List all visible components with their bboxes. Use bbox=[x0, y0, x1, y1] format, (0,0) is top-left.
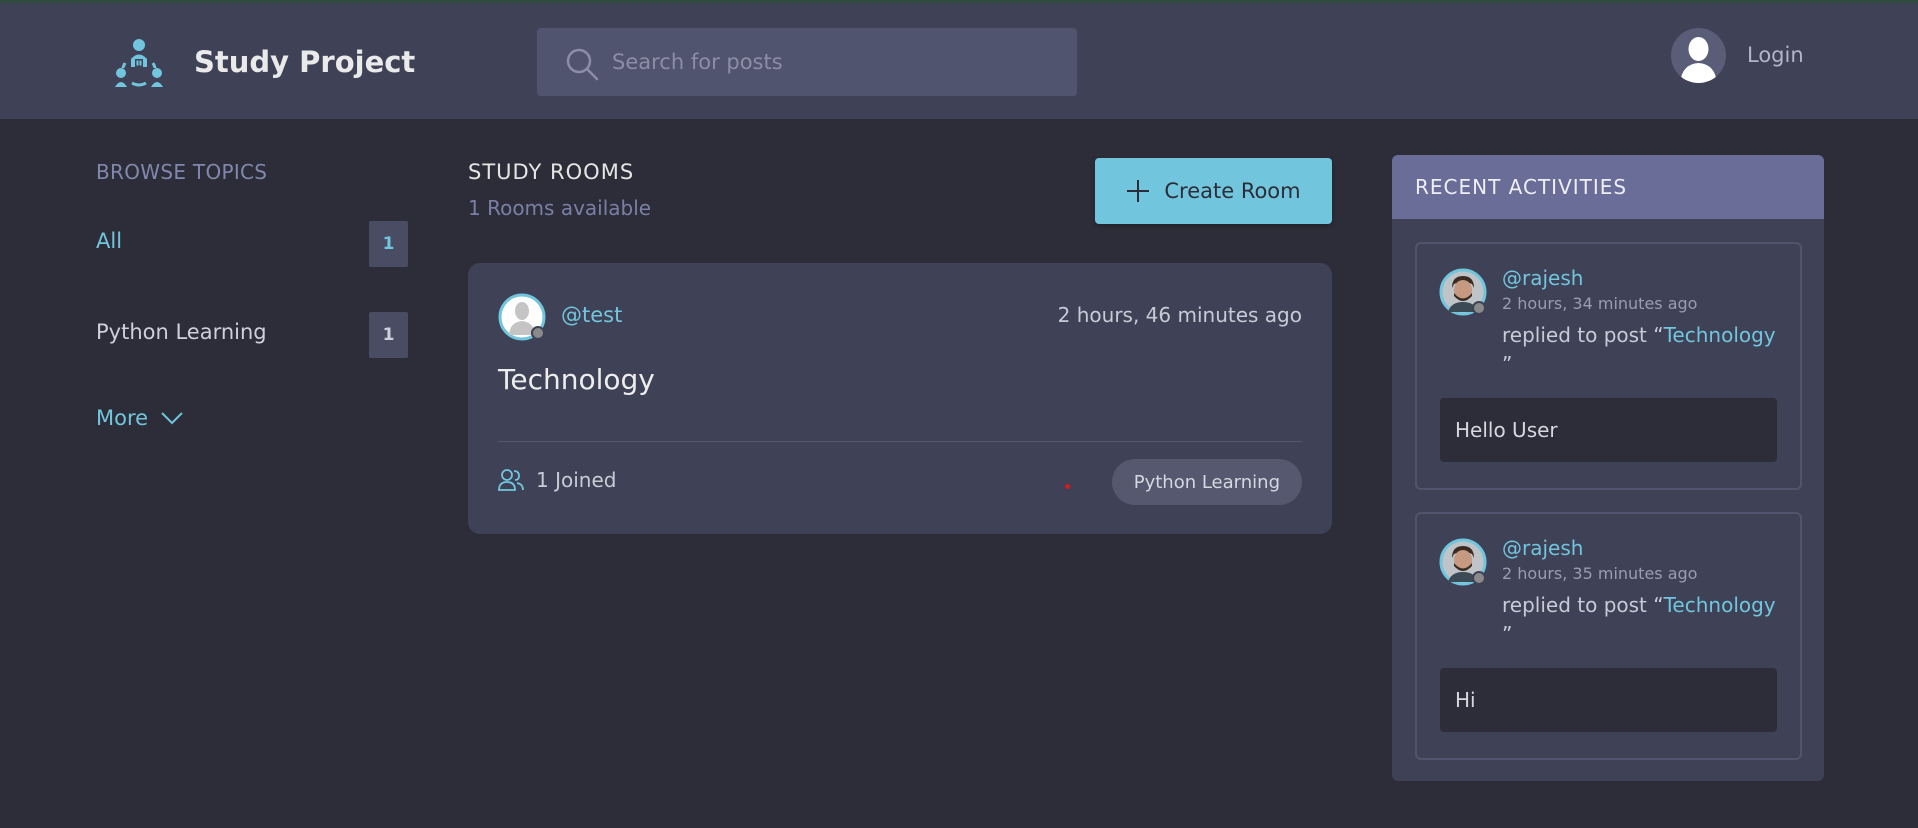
action-suffix: ” bbox=[1502, 352, 1513, 376]
users-icon bbox=[498, 469, 524, 491]
host-avatar-icon[interactable] bbox=[498, 293, 546, 341]
top-navbar: Study Project Login bbox=[0, 3, 1918, 119]
activity-user[interactable]: @rajesh bbox=[1502, 536, 1583, 560]
login-link[interactable]: Login bbox=[1747, 43, 1804, 67]
activity-avatar-icon[interactable] bbox=[1439, 268, 1487, 316]
activity-avatar-icon[interactable] bbox=[1439, 538, 1487, 586]
create-room-label: Create Room bbox=[1164, 179, 1301, 203]
search-input[interactable] bbox=[612, 28, 1052, 96]
study-rooms-title: STUDY ROOMS bbox=[468, 160, 635, 184]
activity-time: 2 hours, 34 minutes ago bbox=[1502, 294, 1698, 313]
topic-count: 1 bbox=[369, 221, 408, 267]
topic-item-python-learning[interactable]: Python Learning 1 bbox=[96, 312, 408, 358]
activity-action: replied to post “Technology ” bbox=[1502, 591, 1792, 649]
room-joined-count: 1 Joined bbox=[536, 468, 617, 492]
more-topics-link[interactable]: More bbox=[96, 406, 184, 430]
action-text: replied to post “ bbox=[1502, 593, 1664, 617]
room-title[interactable]: Technology bbox=[498, 363, 655, 396]
activity-item: @rajesh 2 hours, 35 minutes ago replied … bbox=[1415, 512, 1802, 760]
more-label: More bbox=[96, 406, 149, 430]
app-logo-icon[interactable] bbox=[113, 37, 165, 89]
browse-topics-title: BROWSE TOPICS bbox=[96, 160, 268, 184]
user-avatar-icon bbox=[1680, 37, 1717, 83]
activity-item: @rajesh 2 hours, 34 minutes ago replied … bbox=[1415, 242, 1802, 490]
recent-activities-panel: RECENT ACTIVITIES @rajesh 2 hours, 34 mi… bbox=[1392, 155, 1824, 781]
room-topic-tag[interactable]: Python Learning bbox=[1111, 459, 1302, 505]
recent-activities-title: RECENT ACTIVITIES bbox=[1392, 155, 1824, 219]
activity-action: replied to post “Technology ” bbox=[1502, 321, 1792, 379]
room-divider bbox=[498, 441, 1302, 442]
plus-icon bbox=[1127, 180, 1150, 202]
chevron-down-icon bbox=[161, 412, 183, 425]
topic-count: 1 bbox=[369, 312, 408, 358]
activity-message: Hello User bbox=[1440, 398, 1777, 462]
room-card[interactable]: @test 2 hours, 46 minutes ago Technology… bbox=[468, 263, 1332, 534]
activity-post-link[interactable]: Technology bbox=[1664, 593, 1776, 617]
topic-item-all[interactable]: All 1 bbox=[96, 221, 408, 267]
rooms-available-count: 1 Rooms available bbox=[468, 196, 652, 220]
activity-user[interactable]: @rajesh bbox=[1502, 266, 1583, 290]
room-joined: 1 Joined bbox=[498, 468, 616, 492]
action-text: replied to post “ bbox=[1502, 323, 1664, 347]
activity-post-link[interactable]: Technology bbox=[1664, 323, 1776, 347]
activity-time: 2 hours, 35 minutes ago bbox=[1502, 564, 1698, 583]
room-host[interactable]: @test bbox=[561, 303, 622, 327]
search-bar[interactable] bbox=[537, 28, 1077, 96]
action-suffix: ” bbox=[1502, 622, 1513, 646]
topic-label[interactable]: All bbox=[96, 229, 122, 253]
topic-label[interactable]: Python Learning bbox=[96, 320, 267, 344]
user-avatar[interactable] bbox=[1671, 28, 1726, 83]
search-icon bbox=[566, 48, 599, 81]
create-room-button[interactable]: Create Room bbox=[1095, 158, 1332, 224]
red-dot bbox=[1065, 484, 1070, 489]
room-time: 2 hours, 46 minutes ago bbox=[1057, 303, 1302, 327]
activity-message: Hi bbox=[1440, 668, 1777, 732]
brand-name[interactable]: Study Project bbox=[194, 45, 415, 79]
